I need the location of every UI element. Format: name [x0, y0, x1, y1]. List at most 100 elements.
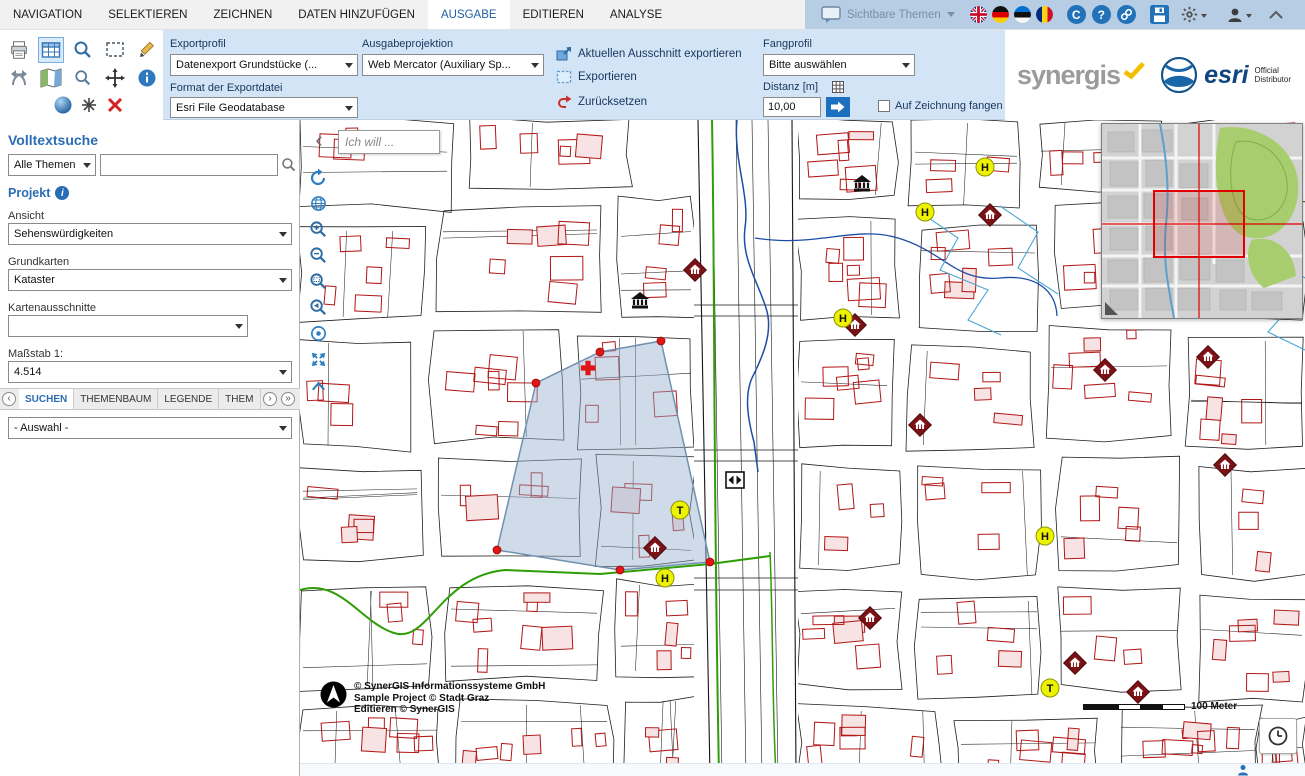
flag-ee-icon[interactable] [1014, 6, 1031, 23]
menu-analyse[interactable]: ANALYSE [597, 0, 675, 29]
overview-map[interactable] [1101, 123, 1303, 319]
monument-marker[interactable] [1214, 454, 1237, 477]
full-extent-button[interactable] [306, 348, 330, 371]
monument-marker[interactable] [1127, 681, 1150, 704]
tabs-last-button[interactable]: » [281, 392, 295, 406]
zoom-in-button[interactable] [306, 218, 330, 241]
export-extent-action[interactable]: Aktuellen Ausschnitt exportieren [556, 46, 742, 62]
distance-input[interactable] [763, 97, 821, 117]
clear-button[interactable] [102, 92, 128, 118]
snap-profile-select[interactable]: Bitte auswählen [763, 54, 915, 76]
magnify-button[interactable] [70, 65, 96, 91]
settings-gear-button[interactable] [1181, 6, 1207, 23]
collapse-ribbon-button[interactable] [1268, 10, 1284, 20]
vertex-handle[interactable] [493, 546, 501, 554]
refresh-button[interactable] [306, 166, 330, 189]
flag-uk-icon[interactable] [970, 6, 987, 23]
view-select[interactable]: Sehenswürdigkeiten [8, 223, 292, 245]
user-menu-button[interactable] [1227, 7, 1252, 23]
tab-themen[interactable]: THEM [219, 389, 260, 409]
help-icon[interactable]: ? [1092, 5, 1111, 24]
stop-marker[interactable]: H [1036, 527, 1054, 545]
session-user-icon[interactable] [1237, 764, 1249, 776]
monument-marker[interactable] [1094, 359, 1117, 382]
map-area[interactable]: H H H H H T T ‹ Ich will ... [300, 120, 1305, 776]
stop-marker[interactable]: H [834, 309, 852, 327]
zoom-out-button[interactable] [306, 244, 330, 267]
stop-marker[interactable]: H [656, 569, 674, 587]
basemap-select[interactable]: Kataster [8, 269, 292, 291]
save-icon[interactable] [1150, 5, 1169, 24]
snap-to-drawing-checkbox[interactable] [878, 100, 890, 112]
tab-legende[interactable]: LEGENDE [158, 389, 219, 409]
info-tool-button[interactable] [134, 65, 160, 91]
selection-polygon[interactable] [497, 341, 710, 570]
select-rectangle-button[interactable] [102, 37, 128, 63]
share-button[interactable] [6, 65, 32, 91]
tab-themenbaum[interactable]: THEMENBAUM [74, 389, 158, 409]
default-tool-button[interactable] [306, 322, 330, 345]
recenter-button[interactable] [76, 92, 102, 118]
reset-action[interactable]: Zurücksetzen [556, 94, 647, 110]
apply-distance-button[interactable] [826, 97, 850, 117]
tabs-next-button[interactable]: › [263, 392, 277, 406]
vertex-handle[interactable] [596, 348, 604, 356]
stop-marker[interactable]: T [1041, 679, 1059, 697]
museum-marker[interactable] [631, 292, 649, 309]
stop-marker[interactable]: H [916, 203, 934, 221]
fulltext-search-input[interactable] [100, 154, 278, 176]
pan-button[interactable] [102, 65, 128, 91]
menu-selektieren[interactable]: SELEKTIEREN [95, 0, 200, 29]
ich-will-search-box[interactable]: Ich will ... [338, 130, 440, 154]
menu-daten-hinzufuegen[interactable]: DATEN HINZUFÜGEN [285, 0, 428, 29]
export-action[interactable]: Exportieren [556, 70, 637, 84]
export-profile-select[interactable]: Datenexport Grundstücke (... [170, 54, 358, 76]
menu-zeichnen[interactable]: ZEICHNEN [200, 0, 285, 29]
tabs-prev-button[interactable]: ‹ [2, 392, 16, 406]
scale-select[interactable]: 4.514 [8, 361, 292, 383]
search-icon [281, 157, 297, 173]
export-format-select[interactable]: Esri File Geodatabase [170, 97, 358, 118]
link-icon[interactable] [1117, 5, 1136, 24]
vertex-handle[interactable] [532, 379, 540, 387]
tab-suchen[interactable]: SUCHEN [19, 389, 74, 409]
zoom-window-button[interactable] [306, 270, 330, 293]
monument-marker[interactable] [1064, 652, 1087, 675]
gate-marker[interactable] [726, 472, 744, 488]
grid-pick-icon[interactable] [832, 81, 844, 93]
flag-de-icon[interactable] [992, 6, 1009, 23]
feedback-bubble-icon[interactable] [821, 6, 841, 24]
sidebar-collapse-button[interactable]: ‹ [310, 128, 328, 154]
globe-3d-button[interactable] [50, 92, 76, 118]
result-selection-select[interactable]: - Auswahl - [8, 417, 292, 439]
zoom-tool-button[interactable] [70, 37, 96, 63]
search-scope-select[interactable]: Alle Themen [8, 154, 96, 176]
extents-select[interactable] [8, 315, 248, 337]
museum-marker[interactable] [853, 175, 871, 192]
monument-marker[interactable] [909, 414, 932, 437]
search-button[interactable] [281, 157, 297, 173]
flag-ro-icon[interactable] [1036, 6, 1053, 23]
print-button[interactable] [6, 37, 32, 63]
vertex-handle[interactable] [706, 558, 714, 566]
vertex-handle[interactable] [657, 337, 665, 345]
zoom-previous-button[interactable] [306, 296, 330, 319]
copyright-icon[interactable]: C [1067, 5, 1086, 24]
toolbar-collapse-button[interactable] [306, 374, 330, 397]
menu-navigation[interactable]: NAVIGATION [0, 0, 95, 29]
monument-marker[interactable] [1197, 346, 1220, 369]
vertex-handle[interactable] [616, 566, 624, 574]
menu-editieren[interactable]: EDITIEREN [510, 0, 597, 29]
info-icon[interactable]: i [55, 186, 69, 200]
attribute-table-button[interactable] [38, 37, 64, 63]
stop-marker[interactable]: H [976, 158, 994, 176]
history-clock-button[interactable] [1259, 718, 1297, 754]
globe-button[interactable] [306, 192, 330, 215]
visible-themes-dropdown[interactable]: Sichtbare Themen [847, 8, 955, 21]
projection-select[interactable]: Web Mercator (Auxiliary Sp... [362, 54, 544, 76]
measure-button[interactable] [134, 37, 160, 63]
scale-label: Maßstab 1: [8, 348, 63, 360]
stop-marker[interactable]: T [671, 501, 689, 519]
menu-ausgabe[interactable]: AUSGABE [428, 0, 510, 29]
basemap-button[interactable] [38, 65, 64, 91]
